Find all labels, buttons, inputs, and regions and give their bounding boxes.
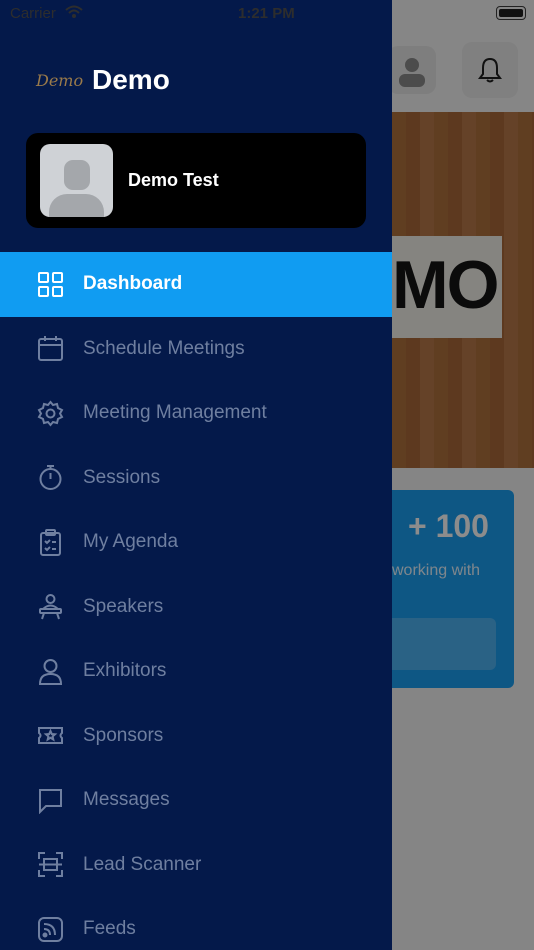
clipboard-check-icon [37,528,64,556]
ticket-star-icon [37,722,64,749]
menu-item-dashboard[interactable]: Dashboard [0,252,392,317]
gear-icon [37,400,64,427]
menu-item-my-agenda[interactable]: My Agenda [0,510,392,575]
wifi-icon [65,5,83,18]
chat-bubble-icon [37,787,64,814]
grid-icon [37,271,64,298]
carrier-label: Carrier [10,5,56,22]
menu-label: Messages [83,789,170,811]
brand-logo: Demo [36,70,84,90]
menu-label: Speakers [83,595,164,617]
menu-item-exhibitors[interactable]: Exhibitors [0,639,392,704]
menu-label: Sponsors [83,724,164,746]
menu-label: Meeting Management [83,402,267,424]
menu-label: Feeds [83,918,136,940]
brand-name: Demo [92,64,170,95]
menu-label: Sessions [83,466,161,488]
profile-name: Demo Test [128,170,219,190]
speaker-podium-icon [37,593,64,620]
rss-icon [37,916,64,943]
menu-item-meeting-management[interactable]: Meeting Management [0,381,392,446]
menu-item-schedule-meetings[interactable]: Schedule Meetings [0,317,392,382]
avatar [40,144,113,217]
menu-label: My Agenda [83,531,179,553]
drawer-menu: Dashboard Schedule Meetings Meeting Mana… [0,252,392,950]
drawer-brand: Demo Demo [36,64,170,96]
navigation-drawer: Demo Demo Demo Test Dashboard Schedule M… [0,0,392,950]
status-time: 1:21 PM [238,5,295,22]
status-bar: Carrier 1:21 PM [0,0,534,28]
menu-label: Lead Scanner [83,853,202,875]
menu-label: Schedule Meetings [83,337,245,359]
person-icon [37,658,64,685]
menu-item-sessions[interactable]: Sessions [0,446,392,511]
battery-icon [496,6,526,20]
menu-item-messages[interactable]: Messages [0,768,392,833]
calendar-icon [37,335,64,362]
menu-item-speakers[interactable]: Speakers [0,575,392,640]
scanner-icon [37,851,64,878]
profile-card[interactable]: Demo Test [26,133,366,228]
menu-item-lead-scanner[interactable]: Lead Scanner [0,833,392,898]
menu-label: Exhibitors [83,660,167,682]
menu-item-sponsors[interactable]: Sponsors [0,704,392,769]
menu-item-feeds[interactable]: Feeds [0,897,392,950]
stopwatch-icon [37,464,64,491]
menu-label: Dashboard [83,273,183,295]
